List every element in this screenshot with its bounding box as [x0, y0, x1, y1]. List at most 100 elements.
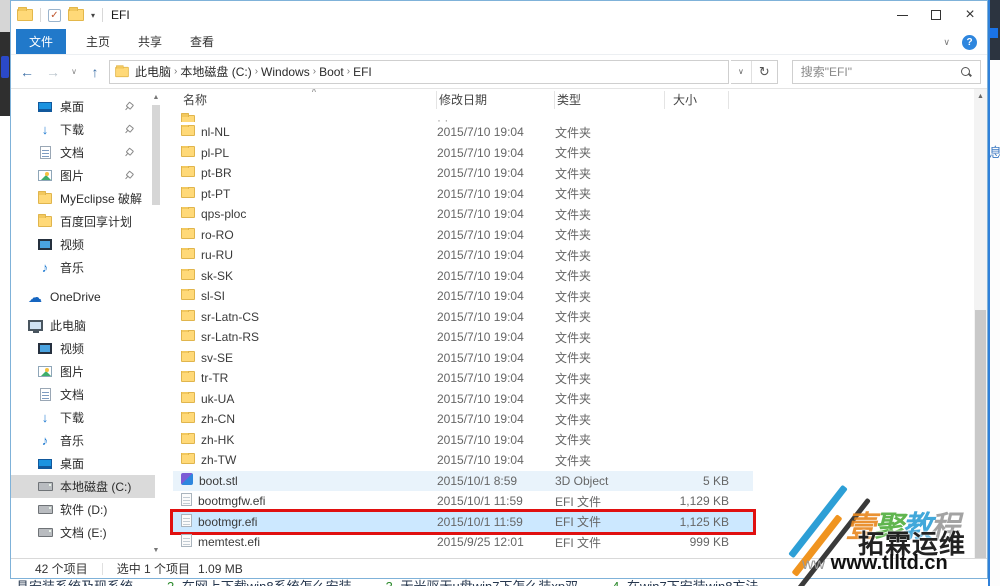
sidebar-item[interactable]: 百度回享计划: [11, 210, 155, 233]
refresh-button[interactable]: ↻: [752, 64, 777, 80]
file-row[interactable]: zh-CN2015/7/10 19:04文件夹: [173, 409, 753, 430]
scroll-down-icon[interactable]: ▼: [151, 546, 161, 556]
tab-share[interactable]: 共享: [124, 29, 176, 54]
sidebar-item[interactable]: MyEclipse 破解: [11, 187, 155, 210]
page-link[interactable]: 具安装系统及现系统: [12, 579, 133, 586]
file-row[interactable]: nl-NL2015/7/10 19:04文件夹: [173, 122, 753, 143]
column-header-size[interactable]: 大小: [665, 91, 729, 109]
page-link[interactable]: 2.在网上下载win8系统怎么安装: [167, 579, 352, 586]
sidebar-item[interactable]: 桌面: [11, 95, 155, 118]
sidebar-item[interactable]: ♪音乐: [11, 256, 155, 279]
breadcrumb-item[interactable]: 此电脑: [132, 63, 174, 80]
breadcrumb-item[interactable]: Windows: [258, 65, 313, 79]
file-row[interactable]: sr-Latn-CS2015/7/10 19:04文件夹: [173, 307, 753, 328]
file-row[interactable]: pl-PL2015/7/10 19:04文件夹: [173, 143, 753, 164]
ribbon-expand-chevron-icon[interactable]: ∨: [943, 37, 950, 48]
file-row[interactable]: bootmgfw.efi2015/10/1 11:59EFI 文件1,129 K…: [173, 491, 753, 512]
sidebar-item[interactable]: 图片: [11, 360, 155, 383]
filelist-scrollbar-thumb[interactable]: [975, 310, 986, 558]
sidebar-item[interactable]: ☁OneDrive: [11, 285, 155, 308]
sidebar-item[interactable]: 文档: [11, 141, 155, 164]
breadcrumb-item[interactable]: 本地磁盘 (C:): [177, 63, 254, 80]
file-row[interactable]: ru-RU2015/7/10 19:04文件夹: [173, 245, 753, 266]
file-size: 999 KB: [665, 535, 729, 549]
sidebar-item-label: 桌面: [60, 98, 84, 115]
recent-locations-chevron-icon[interactable]: ∨: [67, 67, 81, 76]
file-row[interactable]: sk-SK2015/7/10 19:04文件夹: [173, 266, 753, 287]
close-button[interactable]: ×: [953, 3, 987, 27]
sidebar-scrollbar-thumb[interactable]: [152, 105, 160, 205]
qat-new-folder-button[interactable]: [68, 9, 84, 21]
sidebar-item-label: 视频: [60, 340, 84, 357]
folder-icon: [181, 269, 195, 283]
file-row[interactable]: uk-UA2015/7/10 19:04文件夹: [173, 389, 753, 410]
tab-view[interactable]: 查看: [176, 29, 228, 54]
sidebar-item[interactable]: ↓下载: [11, 118, 155, 141]
sidebar-item[interactable]: 桌面: [11, 452, 155, 475]
file-name: sr-Latn-RS: [201, 330, 259, 344]
forward-button[interactable]: →: [41, 61, 65, 83]
sidebar-item[interactable]: 视频: [11, 233, 155, 256]
file-row[interactable]: zh-TW2015/7/10 19:04文件夹: [173, 450, 753, 471]
3d-object-icon: [181, 473, 193, 488]
filelist-scrollbar[interactable]: ▲: [974, 89, 987, 558]
sidebar-item-label: 下载: [60, 409, 84, 426]
sidebar-item[interactable]: 软件 (D:): [11, 498, 155, 521]
up-button[interactable]: ↑: [83, 61, 107, 83]
file-name: nl-NL: [201, 125, 230, 139]
sidebar-item[interactable]: 图片: [11, 164, 155, 187]
sidebar-item[interactable]: 此电脑: [11, 314, 155, 337]
page-link[interactable]: 4.在win7下安装win8方法: [612, 579, 758, 586]
sidebar-item-label: 图片: [60, 167, 84, 184]
tab-home[interactable]: 主页: [72, 29, 124, 54]
file-row[interactable]: sr-Latn-RS2015/7/10 19:04文件夹: [173, 327, 753, 348]
breadcrumb-item[interactable]: EFI: [350, 65, 375, 79]
sidebar-item[interactable]: 本地磁盘 (C:): [11, 475, 155, 498]
file-row[interactable]: boot.stl2015/10/1 8:593D Object5 KB: [173, 471, 753, 492]
file-row-partial[interactable]: · ·: [173, 111, 753, 122]
breadcrumb-item[interactable]: Boot: [316, 65, 347, 79]
sidebar-scrollbar[interactable]: ▲ ▼: [151, 93, 161, 556]
address-bar[interactable]: 此电脑›本地磁盘 (C:)›Windows›Boot›EFI: [109, 60, 729, 84]
scroll-up-icon[interactable]: ▲: [151, 93, 161, 103]
search-input[interactable]: [801, 65, 960, 79]
tab-file[interactable]: 文件: [16, 29, 66, 54]
file-row[interactable]: qps-ploc2015/7/10 19:04文件夹: [173, 204, 753, 225]
column-header-name[interactable]: 名称: [181, 91, 437, 109]
file-row[interactable]: tr-TR2015/7/10 19:04文件夹: [173, 368, 753, 389]
maximize-button[interactable]: [919, 3, 953, 27]
breadcrumb: 此电脑›本地磁盘 (C:)›Windows›Boot›EFI: [132, 63, 375, 80]
minimize-button[interactable]: [885, 3, 919, 27]
file-type: EFI 文件: [555, 513, 665, 530]
sidebar-item[interactable]: 视频: [11, 337, 155, 360]
help-button[interactable]: ?: [962, 35, 977, 50]
page-link[interactable]: 3.无光驱无u盘win7下怎么装xp双: [386, 579, 579, 586]
file-row[interactable]: zh-HK2015/7/10 19:04文件夹: [173, 430, 753, 451]
file-row[interactable]: memtest.efi2015/9/25 12:01EFI 文件999 KB: [173, 532, 753, 553]
file-type: 文件夹: [555, 124, 665, 141]
address-folder-icon: [115, 66, 129, 76]
file-row-highlighted[interactable]: bootmgr.efi2015/10/1 11:59EFI 文件1,125 KB: [173, 512, 753, 533]
file-name: sr-Latn-CS: [201, 310, 259, 324]
selected-count: 选中 1 个项目: [117, 560, 190, 577]
file-name: pt-PT: [201, 187, 230, 201]
file-row[interactable]: pt-PT2015/7/10 19:04文件夹: [173, 184, 753, 205]
qat-customize-button[interactable]: ▾: [91, 11, 95, 20]
sidebar-item[interactable]: ↓下载: [11, 406, 155, 429]
qat-properties-button[interactable]: ✓: [48, 9, 61, 22]
back-button[interactable]: ←: [15, 61, 39, 83]
sidebar-item[interactable]: ♪音乐: [11, 429, 155, 452]
file-row[interactable]: sv-SE2015/7/10 19:04文件夹: [173, 348, 753, 369]
sidebar-item[interactable]: 文档 (E:): [11, 521, 155, 544]
file-row[interactable]: sl-SI2015/7/10 19:04文件夹: [173, 286, 753, 307]
scroll-up-icon[interactable]: ▲: [974, 91, 987, 103]
status-bar: 42 个项目 选中 1 个项目 1.09 MB: [11, 558, 987, 578]
file-row[interactable]: pt-BR2015/7/10 19:04文件夹: [173, 163, 753, 184]
column-header-date[interactable]: 修改日期: [437, 91, 555, 109]
address-dropdown-chevron-icon[interactable]: ∨: [731, 61, 752, 83]
sidebar-item[interactable]: 文档: [11, 383, 155, 406]
file-row[interactable]: ro-RO2015/7/10 19:04文件夹: [173, 225, 753, 246]
column-header-type[interactable]: 类型: [555, 91, 665, 109]
search-icon[interactable]: [960, 66, 972, 78]
picture-icon: [37, 366, 53, 377]
